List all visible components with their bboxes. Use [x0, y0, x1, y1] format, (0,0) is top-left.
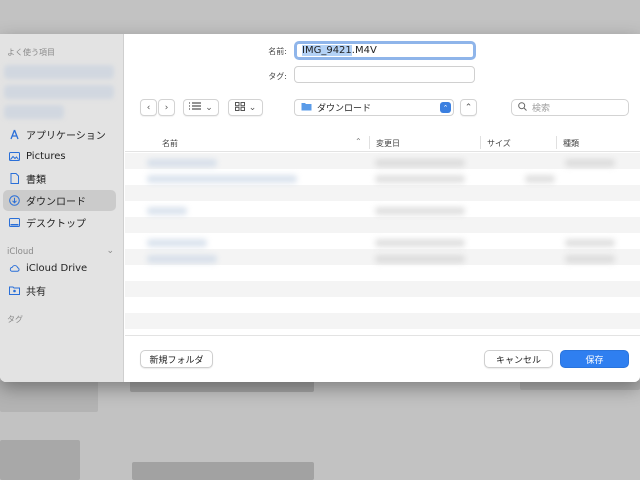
applications-icon [9, 129, 20, 140]
blurred-file-name [147, 175, 297, 183]
tags-header: タグ [7, 315, 23, 324]
back-button[interactable]: ‹ [140, 99, 157, 116]
column-name[interactable]: 名前 [162, 138, 178, 149]
blurred-file-date [375, 239, 465, 247]
sidebar-item-downloads[interactable]: ダウンロード [3, 190, 116, 211]
sort-ascending-icon[interactable]: ⌃ [355, 137, 362, 146]
blurred-file-name [147, 239, 207, 247]
sidebar-item-label: アプリケーション [26, 131, 106, 142]
sidebar-item-desktop[interactable]: デスクトップ [3, 212, 116, 233]
sidebar-blurred-item[interactable] [4, 65, 114, 79]
new-folder-button[interactable]: 新規フォルダ [140, 350, 213, 368]
list-row[interactable] [125, 281, 640, 297]
background-thumbnail [0, 380, 98, 412]
document-icon [9, 173, 20, 184]
sidebar-item-label: 書類 [26, 175, 46, 186]
search-field[interactable]: 検索 [511, 99, 629, 116]
chevron-up-icon: ⌃ [464, 102, 473, 113]
blurred-file-kind [565, 159, 615, 167]
sidebar-item-documents[interactable]: 書類 [3, 168, 116, 189]
sidebar-item-shared[interactable]: 共有 [3, 280, 116, 301]
cancel-button[interactable]: キャンセル [484, 350, 553, 368]
sidebar-item-applications[interactable]: アプリケーション [3, 124, 116, 145]
icloud-icon [9, 263, 20, 274]
sidebar-blurred-item[interactable] [4, 105, 64, 119]
location-label: ダウンロード [317, 104, 372, 114]
blurred-file-kind [565, 255, 615, 263]
tags-field[interactable] [294, 66, 475, 83]
grid-view-icon [234, 101, 245, 114]
blurred-file-size [525, 175, 555, 183]
main-panel: 名前: IMG_9421 .M4V タグ: ‹ › ⌄ ⌄ ダウンロード ⌃ ⌃… [125, 34, 640, 382]
sidebar: よく使う項目 アプリケーション Pictures 書類 ダウンロード デスクトッ… [0, 34, 124, 382]
list-view-button[interactable]: ⌄ [183, 99, 219, 116]
list-row[interactable] [125, 297, 640, 313]
column-size[interactable]: サイズ [487, 138, 511, 149]
list-row[interactable] [125, 185, 640, 201]
favorites-header: よく使う項目 [7, 48, 55, 57]
blurred-file-name [147, 207, 187, 215]
shared-folder-icon [9, 285, 20, 296]
search-icon [518, 101, 527, 114]
collapse-button[interactable]: ⌃ [460, 99, 477, 116]
background-thumbnail [0, 440, 80, 480]
sidebar-item-label: デスクトップ [26, 219, 86, 230]
filename-extension: .M4V [351, 45, 377, 56]
blurred-file-kind [565, 239, 615, 247]
column-modified[interactable]: 変更日 [376, 138, 400, 149]
blurred-file-date [375, 207, 465, 215]
filename-field[interactable]: IMG_9421 .M4V [294, 41, 476, 60]
list-row[interactable] [125, 313, 640, 329]
blurred-file-date [375, 159, 465, 167]
downloads-icon [9, 195, 20, 206]
save-button[interactable]: 保存 [560, 350, 629, 368]
tag-label: タグ: [268, 72, 287, 81]
desktop-icon [9, 217, 20, 228]
list-row[interactable] [125, 217, 640, 233]
sidebar-blurred-item[interactable] [4, 85, 114, 99]
location-popup[interactable]: ダウンロード ⌃ [294, 99, 454, 116]
chevron-down-icon[interactable]: ⌄ [106, 246, 114, 256]
sidebar-item-label: ダウンロード [26, 197, 86, 208]
blurred-file-name [147, 255, 217, 263]
sidebar-item-label: Pictures [26, 151, 66, 162]
background-thumbnail [132, 462, 314, 480]
sidebar-item-pictures[interactable]: Pictures [3, 146, 116, 167]
chevron-down-icon: ⌄ [248, 102, 257, 113]
chevron-left-icon: ‹ [146, 102, 151, 113]
column-divider [556, 136, 557, 149]
blurred-file-date [375, 255, 465, 263]
blurred-file-date [375, 175, 465, 183]
blurred-file-name [147, 159, 217, 167]
chevron-down-icon: ⌄ [205, 102, 213, 113]
file-list[interactable] [125, 153, 640, 335]
name-label: 名前: [268, 47, 287, 56]
search-placeholder: 検索 [532, 104, 551, 114]
sidebar-item-label: iCloud Drive [26, 263, 88, 274]
folder-icon [301, 102, 312, 114]
filename-selected-text: IMG_9421 [302, 45, 352, 56]
icon-view-button[interactable]: ⌄ [228, 99, 263, 116]
column-divider [480, 136, 481, 149]
pictures-icon [9, 151, 20, 162]
sidebar-item-label: 共有 [26, 287, 46, 298]
list-view-icon [189, 102, 202, 113]
sidebar-item-icloud-drive[interactable]: iCloud Drive [3, 258, 116, 279]
popup-stepper-icon: ⌃ [440, 102, 451, 113]
list-row[interactable] [125, 265, 640, 281]
column-header-row: 名前 ⌃ 変更日 サイズ 種類 [125, 133, 640, 152]
column-kind[interactable]: 種類 [563, 138, 579, 149]
column-divider [369, 136, 370, 149]
bottom-bar: 新規フォルダ キャンセル 保存 [125, 335, 640, 382]
chevron-right-icon: › [164, 102, 169, 113]
icloud-header: iCloud [7, 247, 34, 257]
forward-button[interactable]: › [158, 99, 175, 116]
save-dialog: よく使う項目 アプリケーション Pictures 書類 ダウンロード デスクトッ… [0, 34, 640, 382]
